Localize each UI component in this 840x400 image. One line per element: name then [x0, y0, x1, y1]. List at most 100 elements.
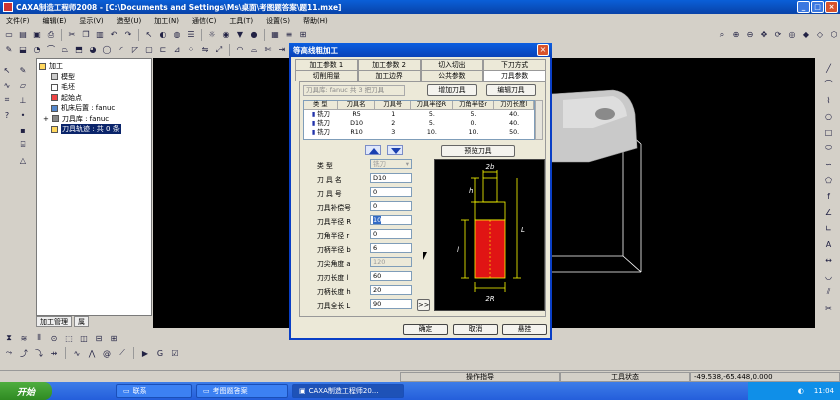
wave-icon[interactable]: ∿ [71, 347, 83, 359]
pocket-icon[interactable]: ⊟ [93, 332, 105, 344]
col-type[interactable]: 类 型 [304, 101, 338, 109]
axis-icon[interactable]: ⊥ [17, 94, 29, 106]
spiral-icon[interactable]: @ [101, 347, 113, 359]
curve-trim-icon[interactable]: ✂ [823, 302, 835, 314]
eye-icon[interactable]: ◉ [220, 29, 232, 41]
curve-icon[interactable]: ∿ [1, 79, 13, 91]
view-icon[interactable]: ⬡ [828, 29, 840, 41]
tab-common-params[interactable]: 公共参数 [420, 70, 484, 81]
tree-node-tool-library[interactable]: + 刀具库 : fanuc [39, 114, 149, 125]
dialog-close-button[interactable]: × [537, 44, 549, 56]
more-params-button[interactable]: >> [417, 299, 430, 311]
tab-machining-params-1[interactable]: 加工参数 1 [295, 59, 358, 70]
parallel-icon[interactable]: ⫴ [33, 332, 45, 344]
checklist-icon[interactable]: ☑ [169, 347, 181, 359]
col-corner-radius[interactable]: 刀角半径r [453, 101, 495, 109]
ramp-icon[interactable]: ⟋ [116, 347, 128, 359]
blend-icon[interactable]: ◡ [823, 270, 835, 282]
task-item[interactable]: ▭ 联系 [116, 384, 192, 398]
select-icon[interactable]: ↖ [143, 29, 155, 41]
pattern-icon[interactable]: ⁘ [185, 44, 197, 56]
trajectory-trim-icon[interactable]: ⤵ [33, 347, 45, 359]
tab-tool-params[interactable]: 刀具参数 [483, 70, 546, 81]
zoom-out-icon[interactable]: ⊖ [744, 29, 756, 41]
menu-model[interactable]: 造型(U) [117, 16, 142, 26]
drill-icon[interactable]: ⊙ [48, 332, 60, 344]
add-tool-button[interactable]: 增加刀具 [427, 84, 477, 96]
rib-icon[interactable]: ⊏ [157, 44, 169, 56]
cancel-button[interactable]: 取消 [453, 324, 498, 335]
gcode-icon[interactable]: G [154, 347, 166, 359]
zlevel-icon[interactable]: ≋ [18, 332, 30, 344]
dimension-icon[interactable]: ↔ [823, 254, 835, 266]
ok-button[interactable]: 确定 [403, 324, 448, 335]
cut-icon[interactable]: ✂ [66, 29, 78, 41]
draft-icon[interactable]: ⊿ [171, 44, 183, 56]
tree-node-model[interactable]: 模型 [39, 72, 149, 83]
angle-icon[interactable]: ∠ [823, 206, 835, 218]
tab-cutting-amount[interactable]: 切削用量 [295, 70, 358, 81]
tool-list[interactable]: 类 型 刀具名 刀具号 刀具半径R 刀角半径r 刀刃长度l ▮ 铣刀 R5 1 … [303, 100, 535, 140]
tool-row[interactable]: ▮ 铣刀 R10 3 10. 10. 50. [304, 128, 534, 137]
print-icon[interactable]: ⎙ [45, 29, 57, 41]
loft-icon[interactable]: ⏢ [59, 44, 71, 56]
wireframe-icon[interactable]: ◇ [814, 29, 826, 41]
task-item[interactable]: ▭ 考图题答案 [196, 384, 288, 398]
finish-icon[interactable]: ⊞ [108, 332, 120, 344]
offset-icon[interactable]: ⌓ [248, 44, 260, 56]
tool-name-input[interactable]: D10 [370, 173, 412, 183]
trajectory-split-icon[interactable]: ⇸ [48, 347, 60, 359]
extend-icon[interactable]: ⇥ [276, 44, 288, 56]
copy-icon[interactable]: ❐ [80, 29, 92, 41]
col-flute-length[interactable]: 刀刃长度l [494, 101, 534, 109]
zigzag-icon[interactable]: ⋀ [86, 347, 98, 359]
task-item-active[interactable]: ▣ CAXA制造工程师20... [292, 384, 404, 398]
menu-communication[interactable]: 通信(C) [192, 16, 216, 26]
shank-length-input[interactable]: 20 [370, 285, 412, 295]
filter-icon[interactable]: ▼ [234, 29, 246, 41]
menu-edit[interactable]: 编辑(E) [43, 16, 67, 26]
rotate-icon[interactable]: ⟳ [772, 29, 784, 41]
mirror-icon[interactable]: ⇋ [199, 44, 211, 56]
shell-icon[interactable]: ▢ [143, 44, 155, 56]
move-up-button[interactable] [365, 145, 381, 155]
fit-icon[interactable]: ◎ [786, 29, 798, 41]
paste-icon[interactable]: ▥ [94, 29, 106, 41]
tree-node-start-point[interactable]: 起始点 [39, 93, 149, 104]
col-tool-name[interactable]: 刀具名 [338, 101, 376, 109]
trim-icon[interactable]: ✄ [262, 44, 274, 56]
sphere-icon[interactable]: ● [248, 29, 260, 41]
function-icon[interactable]: f [823, 190, 835, 202]
undo-icon[interactable]: ↶ [108, 29, 120, 41]
tree-node-post[interactable]: 机床后置 : fanuc [39, 103, 149, 114]
hole-icon[interactable]: ◯ [101, 44, 113, 56]
tab-properties[interactable]: 属 [74, 316, 89, 327]
arc-icon[interactable]: ⌒ [823, 78, 835, 90]
trajectory-link-icon[interactable]: ⤴ [18, 347, 30, 359]
zoom-in-icon[interactable]: ⊕ [730, 29, 742, 41]
ruler-icon[interactable]: ⌗ [1, 94, 13, 106]
tab-machining-boundary[interactable]: 加工边界 [357, 70, 421, 81]
tab-lead-in-out[interactable]: 切入切出 [420, 59, 484, 70]
offset-curve-icon[interactable]: ⫽ [823, 286, 835, 298]
spline-icon[interactable]: ∽ [823, 158, 835, 170]
surface-icon[interactable]: ◠ [234, 44, 246, 56]
scale-icon[interactable]: ⤢ [213, 44, 225, 56]
col-tool-radius[interactable]: 刀具半径R [411, 101, 453, 109]
grid-icon[interactable]: ▦ [269, 29, 281, 41]
save-icon[interactable]: ▣ [31, 29, 43, 41]
zoom-box-icon[interactable]: ⌕ [716, 29, 728, 41]
tree-node-machining[interactable]: 加工 [39, 61, 149, 72]
corner-radius-input[interactable]: 0 [370, 229, 412, 239]
corner-icon[interactable]: ∟ [823, 222, 835, 234]
type-select[interactable]: 铣刀 ▾ [370, 159, 412, 169]
polygon-icon[interactable]: ⬠ [823, 174, 835, 186]
volume-icon[interactable]: ◐ [798, 387, 804, 395]
sun-icon[interactable]: ☼ [206, 29, 218, 41]
tool-row[interactable]: ▮ 铣刀 D10 2 5. 0. 40. [304, 119, 534, 128]
new-file-icon[interactable]: ▭ [3, 29, 15, 41]
open-file-icon[interactable]: ▤ [17, 29, 29, 41]
preview-tool-button[interactable]: 预览刀具 [441, 145, 515, 157]
menu-file[interactable]: 文件(F) [6, 16, 30, 26]
cut-revolve-icon[interactable]: ◕ [87, 44, 99, 56]
